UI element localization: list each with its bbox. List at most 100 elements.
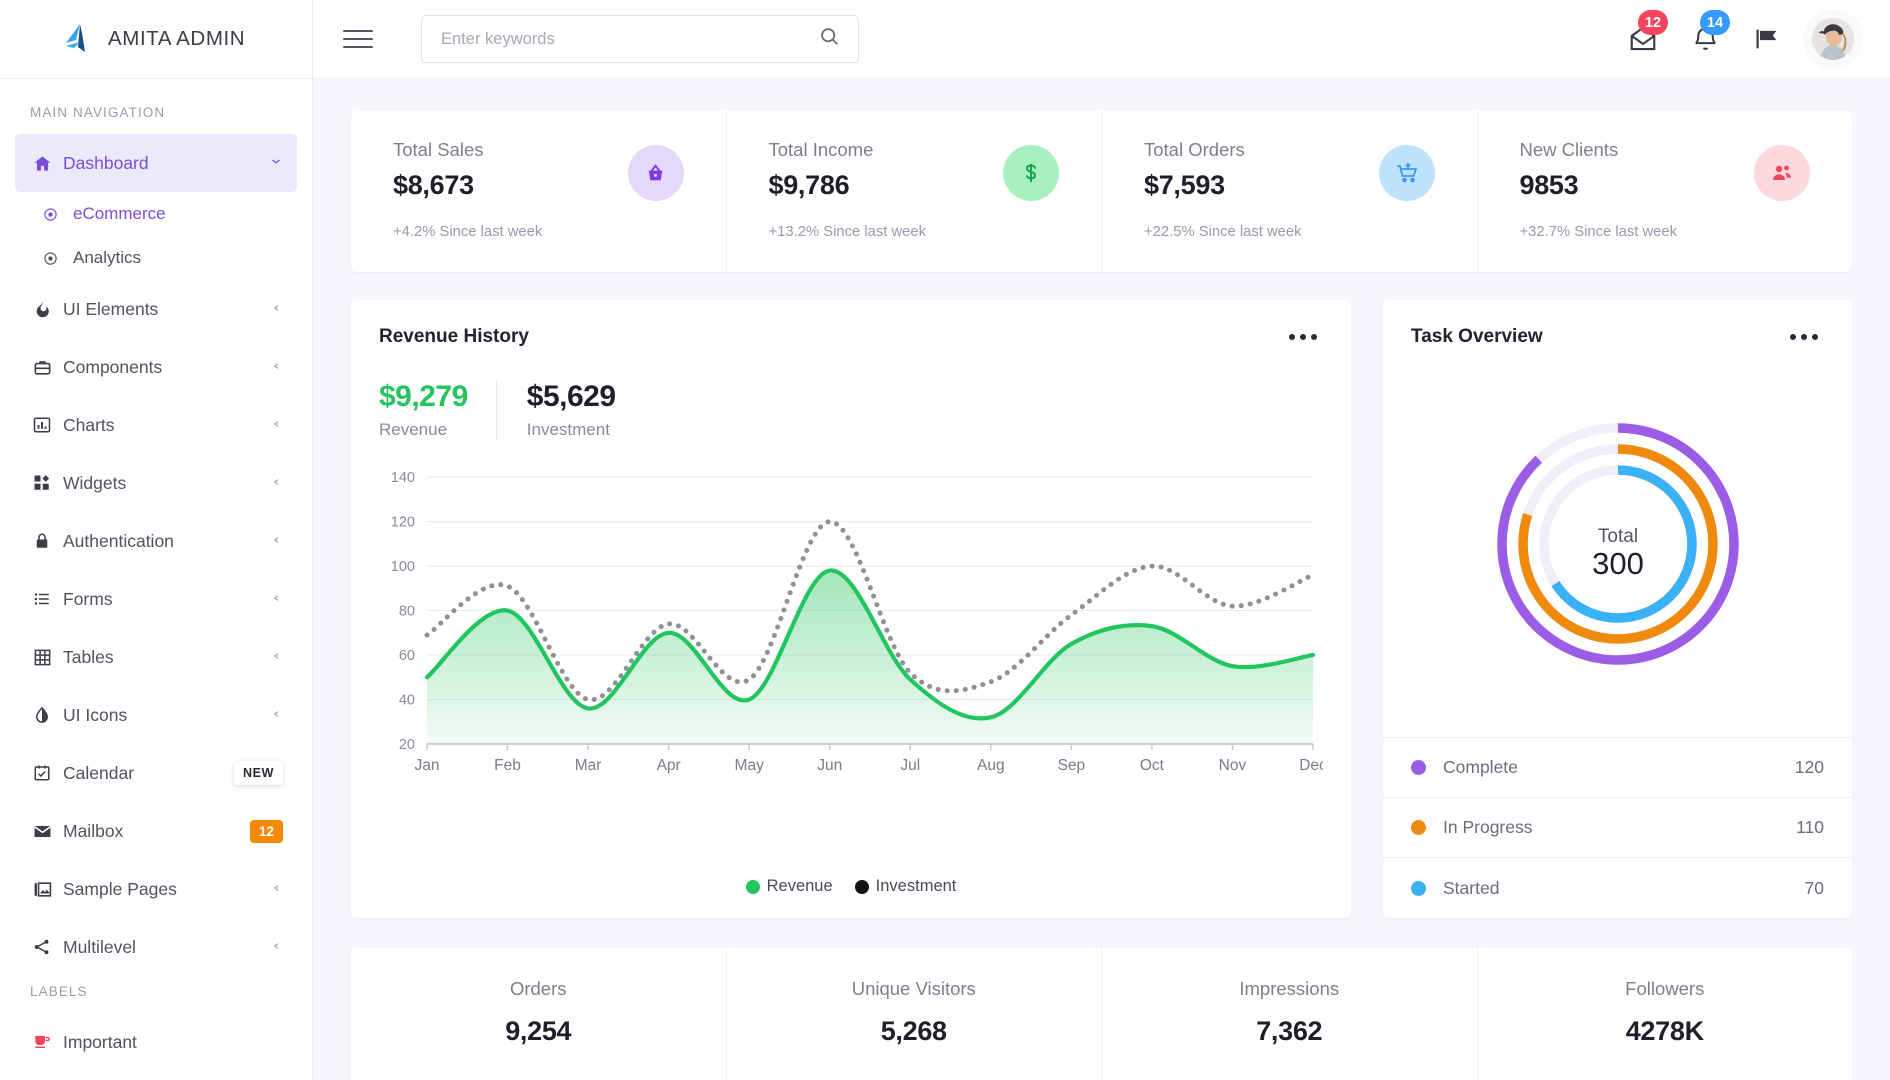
topbar-actions: 12 14 xyxy=(1626,10,1854,60)
stat-value: 4278K xyxy=(1625,1016,1704,1046)
brand-header[interactable]: AMITA ADMIN xyxy=(0,0,312,79)
sidebar-item-charts[interactable]: Charts xyxy=(15,396,297,454)
topbar: 12 14 xyxy=(313,0,1890,79)
stat-title: Total Income xyxy=(768,139,874,160)
brand-name: AMITA ADMIN xyxy=(108,27,246,50)
svg-text:Apr: Apr xyxy=(657,757,681,774)
gauge-unique-visitors xyxy=(814,1073,1014,1080)
stat-card-total-orders: Total Orders $7,593 +22.5% Since last we… xyxy=(1102,111,1478,272)
envelope-icon xyxy=(33,822,63,841)
status-dot-complete xyxy=(1411,760,1426,775)
svg-text:Sep: Sep xyxy=(1058,757,1086,774)
legend-label: Investment xyxy=(875,877,957,895)
revenue-history-card: Revenue History $9,279 Revenue $5,629 In… xyxy=(351,300,1351,918)
more-options-icon[interactable] xyxy=(1283,328,1323,346)
stat-title: Impressions xyxy=(1239,978,1340,999)
mail-icon[interactable]: 12 xyxy=(1626,10,1668,56)
svg-text:120: 120 xyxy=(391,515,415,531)
task-donut-chart: Total 300 xyxy=(1383,358,1852,737)
sidebar-item-sample-pages[interactable]: Sample Pages xyxy=(15,860,297,918)
stat-value: 5,268 xyxy=(880,1016,947,1046)
bottom-stats-row: Orders 9,254 Unique Visitors 5,268 Impre… xyxy=(351,948,1852,1080)
sidebar-item-ui-elements[interactable]: UI Elements xyxy=(15,280,297,338)
stat-subtext: +13.2% Since last week xyxy=(768,224,927,240)
svg-text:Oct: Oct xyxy=(1140,757,1165,774)
sidebar-subitem-label: Analytics xyxy=(73,248,142,267)
sidebar-item-authentication[interactable]: Authentication xyxy=(15,512,297,570)
page-title: Task Overview xyxy=(1411,326,1543,347)
dollar-icon xyxy=(1003,145,1059,201)
sidebar-item-calendar[interactable]: Calendar NEW xyxy=(15,744,297,802)
mail-count-badge: 12 xyxy=(1638,10,1668,35)
chevron-left-icon xyxy=(270,941,283,953)
chevron-left-icon xyxy=(270,883,283,895)
sidebar-item-forms[interactable]: Forms xyxy=(15,570,297,628)
avatar[interactable] xyxy=(1812,18,1854,60)
task-overview-card: Task Overview Total 300 Complete 120 In … xyxy=(1383,300,1852,918)
stat-card-total-income: Total Income $9,786 +13.2% Since last we… xyxy=(727,111,1102,272)
svg-text:Jan: Jan xyxy=(415,757,440,774)
sidebar-item-label: Calendar xyxy=(63,762,135,783)
amita-logo-icon xyxy=(58,21,94,57)
sidebar-item-ecommerce[interactable]: eCommerce xyxy=(15,192,297,236)
stat-subtext: +32.7% Since last week xyxy=(1519,224,1678,240)
task-legend-list: Complete 120 In Progress 110 Started 70 xyxy=(1383,737,1852,918)
stat-value: $9,786 xyxy=(768,170,850,200)
sidebar-item-widgets[interactable]: Widgets xyxy=(15,454,297,512)
hamburger-icon[interactable] xyxy=(343,27,373,51)
sidebar-item-label: UI Icons xyxy=(63,704,128,725)
gauge-orders xyxy=(438,1073,638,1080)
basket-icon xyxy=(627,145,684,201)
list-item[interactable]: In Progress 110 xyxy=(1383,798,1852,858)
list-item[interactable]: Complete 120 xyxy=(1383,738,1852,798)
sidebar-item-multilevel[interactable]: Multilevel xyxy=(15,918,297,976)
task-label: In Progress xyxy=(1443,817,1533,837)
sidebar-item-dashboard[interactable]: Dashboard xyxy=(15,134,297,192)
stat-card-new-clients: New Clients 9853 +32.7% Since last week xyxy=(1478,111,1853,272)
svg-text:20: 20 xyxy=(399,737,415,753)
svg-text:Feb: Feb xyxy=(494,757,521,774)
svg-text:Total: Total xyxy=(1597,526,1637,547)
chart-legend: Revenue Investment xyxy=(351,877,1351,918)
search-input[interactable] xyxy=(441,29,819,49)
list-item[interactable]: Started 70 xyxy=(1383,858,1852,918)
summary-stats-row: Total Sales $8,673 +4.2% Since last week… xyxy=(351,111,1852,272)
legend-label: Revenue xyxy=(766,877,833,895)
images-icon xyxy=(33,880,63,899)
svg-text:Dec: Dec xyxy=(1299,757,1323,774)
sidebar-item-mailbox[interactable]: Mailbox 12 xyxy=(15,802,297,860)
sidebar-item-label: Widgets xyxy=(63,472,127,493)
dashboard-content: Total Sales $8,673 +4.2% Since last week… xyxy=(313,79,1890,1080)
sidebar-item-components[interactable]: Components xyxy=(15,338,297,396)
search-box[interactable] xyxy=(421,15,859,63)
stat-value: 9853 xyxy=(1519,170,1579,200)
stat-value: $8,673 xyxy=(393,170,474,200)
lock-icon xyxy=(33,532,63,550)
chevron-left-icon xyxy=(270,651,283,663)
svg-text:60: 60 xyxy=(399,648,415,664)
stat-title: New Clients xyxy=(1519,139,1619,160)
sidebar-item-label: Forms xyxy=(63,588,113,609)
stat-title: Total Orders xyxy=(1144,139,1245,160)
page-title: Revenue History xyxy=(379,326,529,347)
sidebar-item-label: Charts xyxy=(63,414,115,435)
sidebar-item-label: Components xyxy=(63,356,163,377)
sidebar-nav: MAIN NAVIGATION Dashboard eCommerce Anal… xyxy=(0,79,312,1080)
stat-card-unique-visitors: Unique Visitors 5,268 xyxy=(727,948,1102,1080)
sidebar-item-tables[interactable]: Tables xyxy=(15,628,297,686)
revenue-label: Revenue xyxy=(379,420,448,439)
calendar-icon xyxy=(33,764,63,782)
stat-title: Total Sales xyxy=(393,139,484,160)
flag-icon[interactable] xyxy=(1750,22,1784,56)
sidebar-item-important[interactable]: Important xyxy=(15,1013,297,1071)
labels-section-heading: LABELS xyxy=(30,984,88,999)
more-options-icon[interactable] xyxy=(1784,328,1824,346)
sidebar-item-ui-icons[interactable]: UI Icons xyxy=(15,686,297,744)
search-icon[interactable] xyxy=(819,26,840,52)
bell-icon[interactable]: 14 xyxy=(1688,10,1730,56)
sidebar-item-label: Important xyxy=(63,1031,137,1052)
sidebar-item-analytics[interactable]: Analytics xyxy=(15,236,297,280)
task-label: Started xyxy=(1443,877,1500,898)
stat-card-orders: Orders 9,254 xyxy=(351,948,727,1080)
sidebar-item-label: Tables xyxy=(63,646,114,667)
